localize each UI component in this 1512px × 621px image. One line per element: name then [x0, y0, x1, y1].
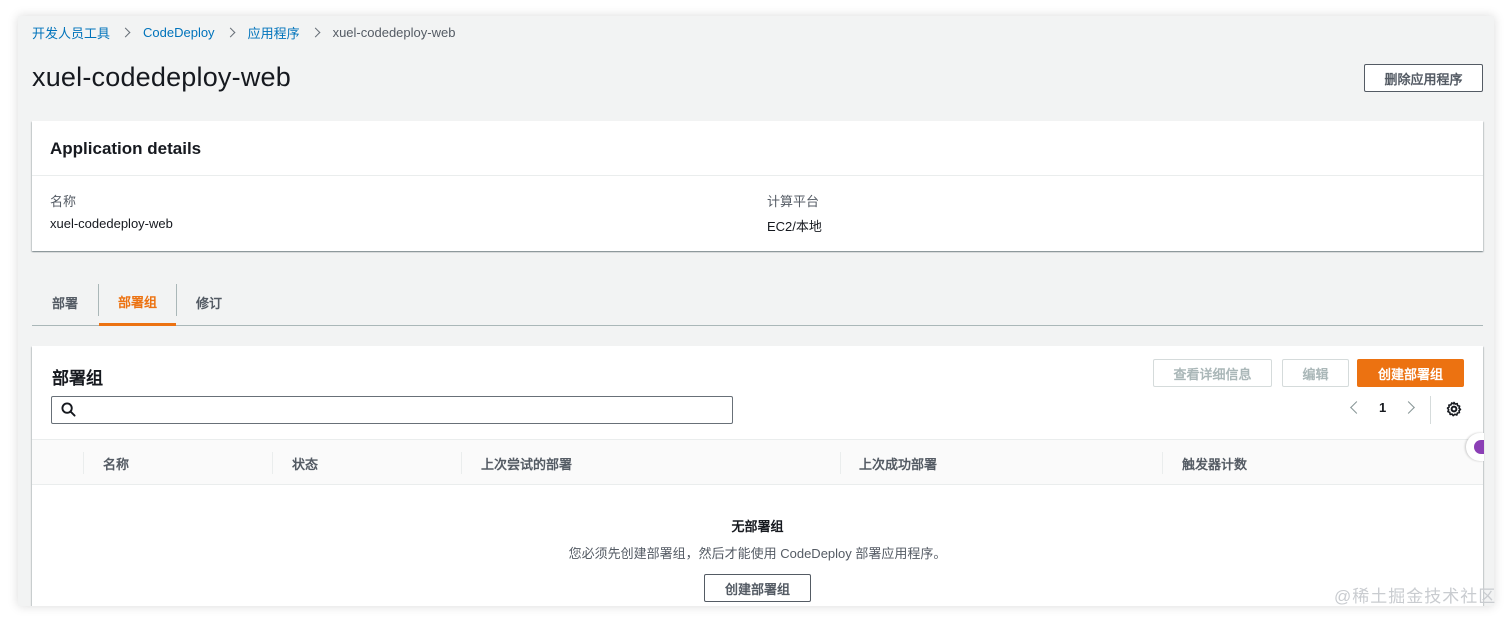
- widget-indicator: [1474, 440, 1484, 454]
- search-field[interactable]: [51, 396, 733, 424]
- breadcrumb-codedeploy[interactable]: CodeDeploy: [143, 25, 215, 40]
- compute-platform-value: EC2/本地: [767, 219, 822, 234]
- column-header-status[interactable]: 状态: [292, 440, 318, 486]
- create-deployment-group-button[interactable]: 创建部署组: [1357, 359, 1464, 387]
- search-icon: [61, 402, 76, 417]
- compute-platform-field: 计算平台 EC2/本地: [767, 191, 822, 235]
- column-header-last-attempted[interactable]: 上次尝试的部署: [481, 440, 572, 486]
- console-frame: 开发人员工具 CodeDeploy 应用程序 xuel-codedeploy-w…: [18, 16, 1494, 606]
- breadcrumb-applications[interactable]: 应用程序: [248, 23, 300, 42]
- page-title: xuel-codedeploy-web: [32, 62, 291, 92]
- details-card-header: Application details: [32, 121, 1483, 176]
- pager-divider: [1430, 396, 1431, 424]
- column-divider: [840, 452, 841, 474]
- column-divider: [461, 452, 462, 474]
- name-value: xuel-codedeploy-web: [50, 216, 173, 231]
- details-card-title: Application details: [50, 139, 202, 158]
- next-page-icon[interactable]: [1402, 401, 1416, 414]
- column-header-name[interactable]: 名称: [103, 440, 129, 486]
- name-label: 名称: [50, 194, 77, 209]
- page-number[interactable]: 1: [1379, 400, 1386, 415]
- column-header-trigger-count[interactable]: 触发器计数: [1182, 440, 1247, 486]
- empty-create-deployment-group-button[interactable]: 创建部署组: [704, 574, 811, 602]
- tab-bar: 部署 部署组 修订: [32, 280, 1483, 326]
- compute-platform-label: 计算平台: [767, 194, 820, 209]
- chevron-right-icon: [120, 27, 131, 38]
- breadcrumb-current: xuel-codedeploy-web: [332, 25, 456, 40]
- tab-deployments[interactable]: 部署: [52, 280, 78, 325]
- breadcrumb-developer-tools[interactable]: 开发人员工具: [32, 23, 110, 42]
- view-details-button[interactable]: 查看详细信息: [1153, 359, 1272, 387]
- tab-revisions[interactable]: 修订: [196, 280, 222, 325]
- column-divider: [1162, 452, 1163, 474]
- search-input[interactable]: [82, 399, 722, 421]
- previous-page-icon[interactable]: [1350, 401, 1363, 414]
- tab-deployment-groups[interactable]: 部署组: [99, 280, 176, 326]
- deployment-groups-panel: 部署组 查看详细信息 编辑 创建部署组 1 名称 状态 上次尝试的部署 上次成功…: [32, 346, 1483, 606]
- chevron-right-icon: [310, 27, 321, 38]
- deployment-groups-title: 部署组: [52, 369, 103, 388]
- application-details-card: Application details 名称 xuel-codedeploy-w…: [32, 121, 1483, 251]
- empty-state-title: 无部署组: [731, 519, 784, 534]
- column-divider: [83, 452, 84, 474]
- name-field: 名称 xuel-codedeploy-web: [50, 191, 173, 231]
- empty-state-description: 您必须先创建部署组，然后才能使用 CodeDeploy 部署应用程序。: [568, 546, 947, 561]
- watermark: @稀土掘金技术社区: [1334, 587, 1497, 606]
- pagination: 1: [1350, 400, 1416, 415]
- column-header-last-successful[interactable]: 上次成功部署: [859, 440, 937, 486]
- edit-button[interactable]: 编辑: [1282, 359, 1349, 387]
- tab-divider: [176, 284, 177, 316]
- chevron-right-icon: [225, 27, 236, 38]
- column-divider: [272, 452, 273, 474]
- table-header: 名称 状态 上次尝试的部署 上次成功部署 触发器计数: [32, 439, 1483, 485]
- delete-application-button[interactable]: 删除应用程序: [1364, 64, 1483, 92]
- gear-icon[interactable]: [1446, 401, 1462, 417]
- breadcrumb: 开发人员工具 CodeDeploy 应用程序 xuel-codedeploy-w…: [32, 23, 455, 42]
